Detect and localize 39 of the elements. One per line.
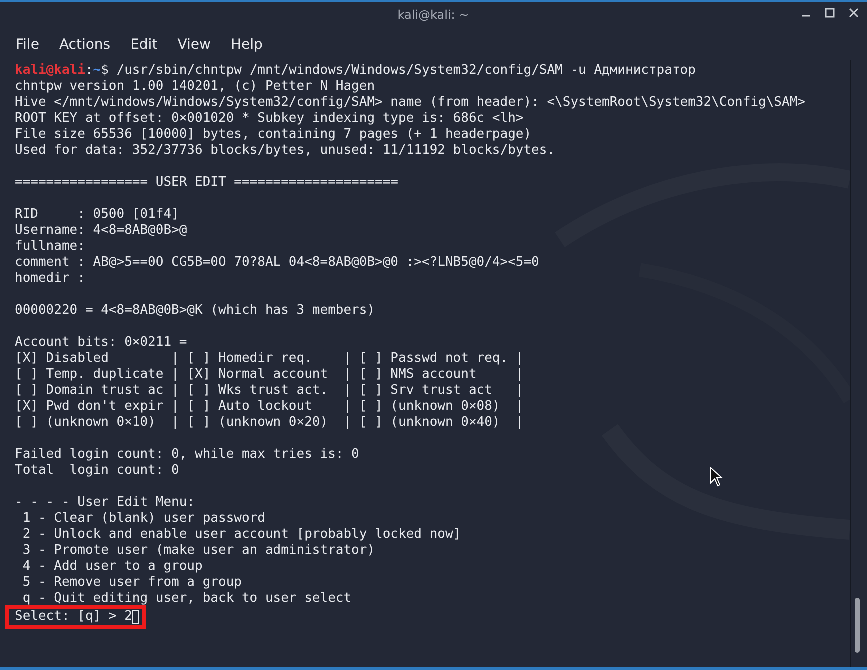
terminal-line: q - Quit editing user, back to user select bbox=[22, 591, 352, 607]
terminal-line: 1 - Clear (blank) user password bbox=[22, 511, 266, 527]
terminal-line: RID : 0500 [01f4] bbox=[15, 207, 180, 223]
terminal-line: 00000220 = 4<8=8AB@0B>@K (which has 3 members) bbox=[15, 303, 376, 319]
menu-item[interactable]: Edit bbox=[120, 33, 168, 57]
terminal-line: [ ] Domain trust ac | [ ] Wks trust act. | [ ] Srv trust act | bbox=[15, 383, 524, 399]
terminal-line: Total login count: 0 bbox=[15, 463, 180, 479]
window-title: kali@kali: ~ bbox=[398, 8, 470, 22]
terminal-line: homedir : bbox=[15, 271, 86, 287]
terminal-line: ROOT KEY at offset: 0×001020 * Subkey indexing type is: 686c <lh> bbox=[15, 111, 524, 127]
terminal-line: 4 - Add user to a group bbox=[22, 559, 203, 575]
terminal-line: [ ] (unknown 0×10) | [ ] (unknown 0×20) | [ ] (unknown 0×40) | bbox=[15, 415, 524, 431]
terminal-line: Hive </mnt/windows/Windows/System32/config/SAM> name (from header): <\SystemRoot\System32\Config\SAM> bbox=[15, 95, 806, 111]
terminal-line: File size 65536 [10000] bytes, containing 7 pages (+ 1 headerpage) bbox=[15, 127, 532, 143]
terminal-line: Used for data: 352/37736 blocks/bytes, unused: 11/11192 blocks/bytes. bbox=[15, 143, 556, 159]
terminal-line: Failed login count: 0, while max tries is: 0 bbox=[15, 447, 360, 463]
terminal-line: ================= USER EDIT ===================== bbox=[15, 175, 399, 191]
terminal-line: - - - - User Edit Menu: bbox=[15, 495, 196, 511]
menu-item[interactable]: Help bbox=[220, 33, 273, 57]
terminal-line: [X] Disabled | [ ] Homedir req. | [ ] Passwd not req. | bbox=[15, 351, 524, 367]
scrollbar-thumb[interactable] bbox=[855, 598, 860, 653]
terminal-line: Username: 4<8=8AB@0B>@ bbox=[15, 223, 188, 239]
terminal-line: [ ] Temp. duplicate | [X] Normal account | [ ] NMS account | bbox=[15, 367, 524, 383]
maximize-icon[interactable] bbox=[825, 8, 835, 18]
menu-item[interactable]: File bbox=[6, 33, 50, 57]
terminal-line: fullname: bbox=[15, 239, 86, 255]
close-icon[interactable] bbox=[849, 8, 859, 18]
terminal-line: comment : AB@>5==0O CG5B=0O 70?8AL 04<8=8AB@0B>@0 :><?LNB5@0/4><5=0 bbox=[15, 255, 540, 271]
menu-item[interactable]: View bbox=[168, 33, 221, 57]
select-prompt-line: Select: [q] > 2 bbox=[15, 609, 132, 625]
terminal-line: 5 - Remove user from a group bbox=[22, 575, 242, 591]
terminal-line: 2 - Unlock and enable user account [probably locked now] bbox=[22, 527, 462, 543]
command-prompt-line: kali@kali:~$ /usr/sbin/chntpw /mnt/windows/Windows/System32/config/SAM -u Администратор bbox=[15, 63, 696, 79]
terminal-line: chntpw version 1.00 140201, (c) Petter N Hagen bbox=[15, 79, 376, 95]
mouse-pointer-icon bbox=[710, 467, 724, 487]
terminal-line: [X] Pwd don't expir | [ ] Auto lockout | [ ] (unknown 0×08) | bbox=[15, 399, 524, 415]
terminal-line: Account bits: 0×0211 = bbox=[15, 335, 188, 351]
terminal-line: 3 - Promote user (make user an administrator) bbox=[22, 543, 376, 559]
menu-item[interactable]: Actions bbox=[49, 33, 121, 57]
